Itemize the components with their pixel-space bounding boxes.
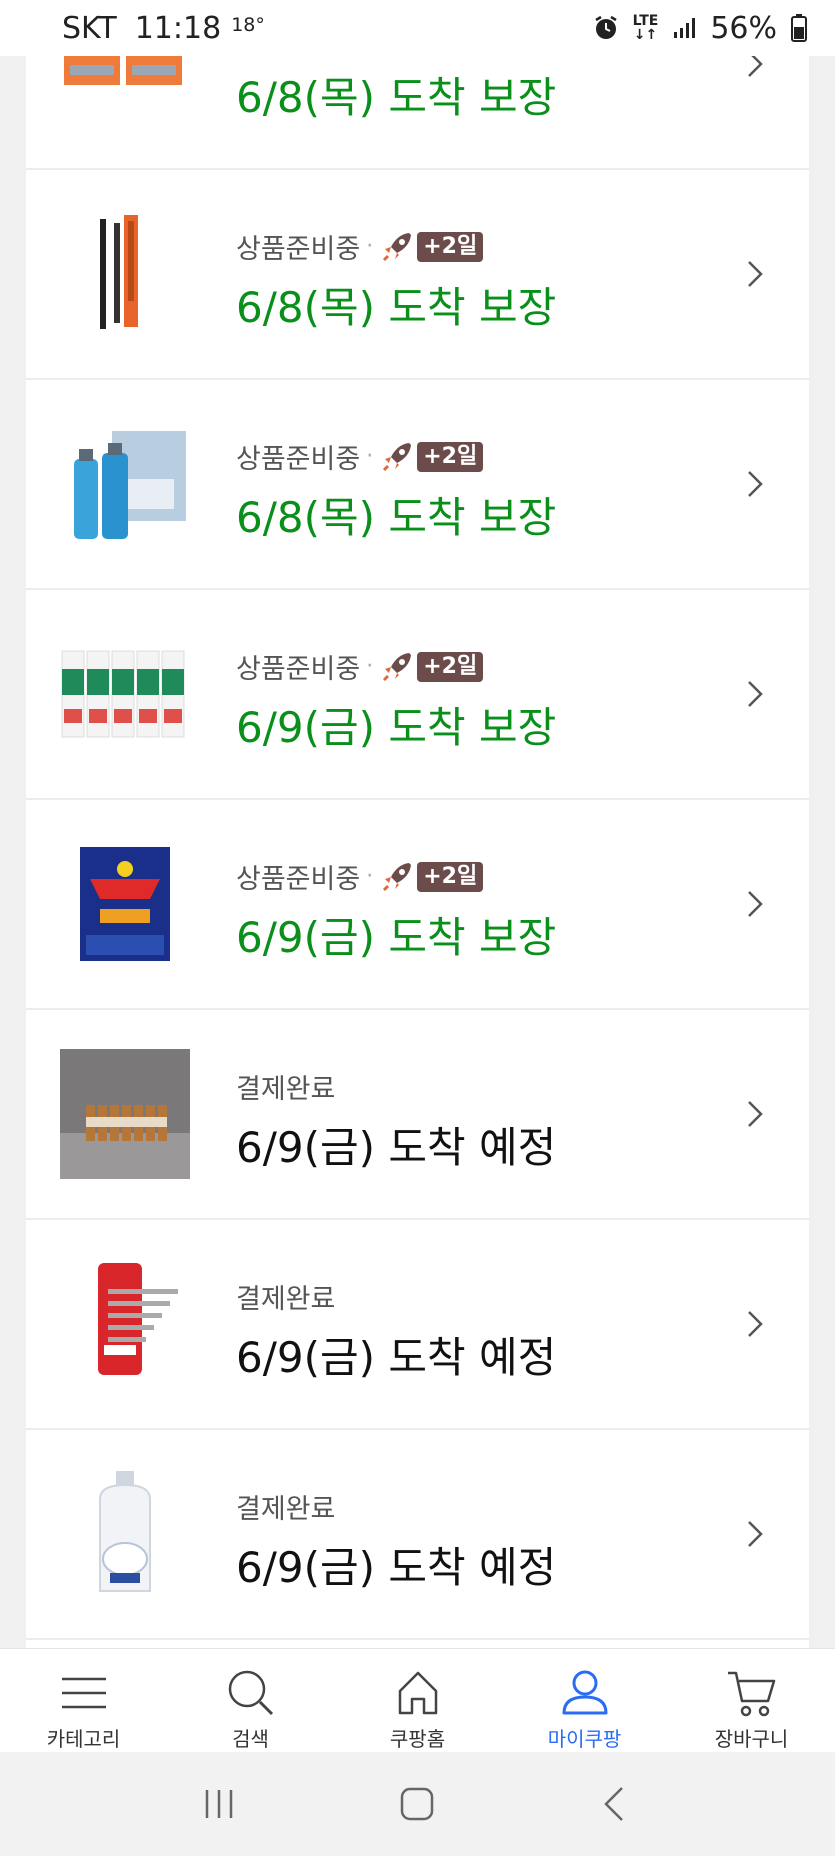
order-status: 상품준비중: [236, 234, 361, 265]
chevron-right-icon[interactable]: [737, 466, 773, 502]
arrival-date: 6/9(금) 도착 예정: [236, 1123, 557, 1172]
delivery-badge: +2일: [417, 861, 484, 892]
delivery-badge: +2일: [417, 441, 484, 472]
arrival-date: 6/9(금) 도착 보장: [236, 703, 557, 752]
product-thumbnail: [60, 209, 190, 339]
rocket-icon: [383, 652, 412, 681]
arrival-date: 6/8(목) 도착 보장: [236, 283, 557, 332]
cart-icon: [727, 1671, 775, 1717]
order-row[interactable]: 결제완료 6/9(금) 도착 예정: [26, 1430, 809, 1640]
home-icon: [398, 1671, 437, 1715]
order-row[interactable]: 상품준비중 · +2일 6/9(금) 도착 보장: [26, 800, 809, 1010]
search-icon: [228, 1670, 273, 1716]
nav-cart[interactable]: 장바구니: [668, 1649, 835, 1752]
nav-label: 쿠팡홈: [389, 1727, 446, 1751]
order-row[interactable]: 결제완료 6/9(금) 도착 예정: [26, 1010, 809, 1220]
nav-label: 검색: [232, 1727, 269, 1751]
order-row[interactable]: 결제완료 6/9(금) 도착 예정: [26, 1220, 809, 1430]
product-thumbnail: [60, 839, 190, 969]
order-status: 상품준비중: [236, 864, 361, 895]
clock: 11:18: [134, 10, 222, 46]
recent-apps-icon[interactable]: [199, 1784, 239, 1824]
order-status-line: 상품준비중 · +2일: [236, 857, 484, 896]
chevron-right-icon[interactable]: [737, 256, 773, 292]
network-indicator: LTE ↓↑: [632, 13, 659, 43]
nav-label: 마이쿠팡: [547, 1727, 622, 1751]
order-status-line: 상품준비중 · +2일: [236, 437, 484, 476]
order-status: 결제완료: [236, 1074, 336, 1105]
order-status-line: 결제완료: [236, 1277, 335, 1316]
user-icon: [562, 1670, 607, 1715]
product-thumbnail: [60, 419, 190, 549]
order-status-line: 결제완료: [236, 1487, 335, 1526]
menu-icon: [61, 1677, 106, 1709]
battery-percent: 56%: [710, 10, 777, 46]
order-row[interactable]: 상품준비중 · +2일 6/9(금) 도착 보장: [26, 590, 809, 800]
arrival-date: 6/9(금) 도착 예정: [236, 1543, 557, 1592]
product-thumbnail: [60, 1469, 190, 1599]
carrier-label: SKT: [62, 10, 117, 46]
rocket-icon: [383, 442, 412, 471]
nav-label: 카테고리: [46, 1727, 121, 1751]
product-thumbnail: [60, 1049, 190, 1179]
nav-search[interactable]: 검색: [167, 1649, 334, 1752]
nav-label: 장바구니: [714, 1727, 789, 1751]
order-status: 상품준비중: [236, 654, 361, 685]
chevron-right-icon[interactable]: [737, 886, 773, 922]
system-navigation-bar: [0, 1752, 835, 1856]
order-status: 결제완료: [236, 1284, 336, 1315]
order-row[interactable]: 상품준비중 · +2일 6/8(목) 도착 보장: [26, 170, 809, 380]
arrival-date: 6/9(금) 도착 보장: [236, 913, 557, 962]
temperature: 18°: [231, 14, 265, 36]
chevron-right-icon[interactable]: [737, 1096, 773, 1132]
alarm-icon: [594, 15, 617, 39]
order-row[interactable]: 상품준비중 · +2일 6/8(목) 도착 보장: [26, 380, 809, 590]
product-thumbnail: [60, 629, 190, 759]
bottom-nav: 카테고리 검색 쿠팡홈 마이쿠팡 장바구니: [0, 1648, 835, 1752]
product-thumbnail: [60, 1259, 190, 1389]
order-status: 결제완료: [236, 1494, 336, 1525]
order-status: 상품준비중: [236, 444, 361, 475]
status-bar: SKT 11:18 18° LTE ↓↑ 56%: [0, 0, 835, 56]
arrival-date: 6/8(목) 도착 보장: [236, 73, 557, 122]
nav-category[interactable]: 카테고리: [0, 1649, 167, 1752]
chevron-right-icon[interactable]: [737, 676, 773, 712]
arrival-date: 6/8(목) 도착 보장: [236, 493, 557, 542]
chevron-right-icon[interactable]: [737, 1516, 773, 1552]
arrival-date: 6/9(금) 도착 예정: [236, 1333, 557, 1382]
signal-icon: [674, 18, 696, 38]
order-status-line: 결제완료: [236, 1067, 335, 1106]
order-list: 6/8(목) 도착 보장 상품준비중 · +2일 6/8(목) 도착 보장 상품…: [26, 0, 809, 1648]
delivery-badge: +2일: [417, 231, 484, 262]
order-status-line: 상품준비중 · +2일: [236, 227, 484, 266]
delivery-badge: +2일: [417, 651, 484, 682]
rocket-icon: [383, 862, 412, 891]
home-button-icon[interactable]: [397, 1784, 437, 1824]
chevron-right-icon[interactable]: [737, 1306, 773, 1342]
rocket-icon: [383, 232, 412, 261]
nav-home[interactable]: 쿠팡홈: [334, 1649, 501, 1752]
nav-my-coupang[interactable]: 마이쿠팡: [501, 1649, 668, 1752]
battery-icon: [791, 14, 807, 42]
order-status-line: 상품준비중 · +2일: [236, 647, 484, 686]
back-icon[interactable]: [596, 1784, 636, 1824]
